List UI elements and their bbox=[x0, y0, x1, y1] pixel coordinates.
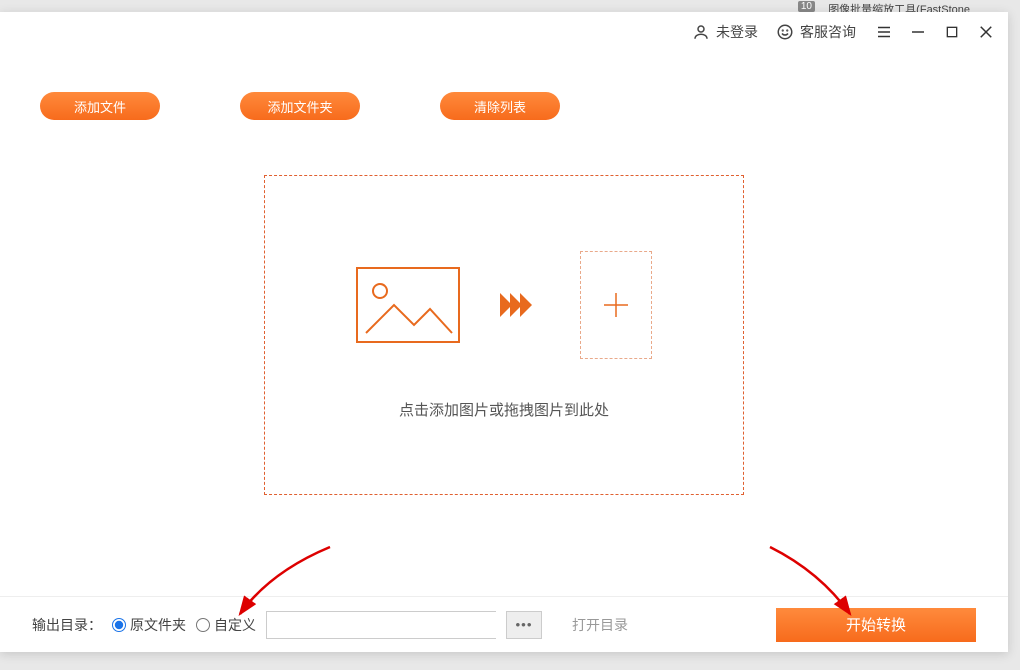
radio-custom-label: 自定义 bbox=[214, 615, 256, 635]
radio-original-label: 原文件夹 bbox=[130, 615, 186, 635]
maximize-icon bbox=[944, 24, 960, 40]
add-target-frame bbox=[580, 251, 652, 359]
menu-button[interactable] bbox=[874, 22, 894, 42]
main-window: 未登录 客服咨询 bbox=[0, 12, 1008, 652]
forward-arrows-icon bbox=[500, 290, 540, 320]
add-file-button[interactable]: 添加文件 bbox=[40, 92, 160, 120]
maximize-button[interactable] bbox=[942, 22, 962, 42]
radio-custom-folder[interactable]: 自定义 bbox=[196, 615, 256, 635]
dropzone-hint: 点击添加图片或拖拽图片到此处 bbox=[399, 399, 609, 420]
dropzone-icons bbox=[356, 251, 652, 359]
toolbar: 添加文件 添加文件夹 清除列表 bbox=[0, 52, 1008, 120]
output-path-input[interactable] bbox=[266, 611, 496, 639]
picture-icon bbox=[358, 269, 458, 341]
close-button[interactable] bbox=[976, 22, 996, 42]
dropzone[interactable]: 点击添加图片或拖拽图片到此处 bbox=[264, 175, 744, 495]
background-badge: 10 bbox=[798, 1, 815, 12]
titlebar: 未登录 客服咨询 bbox=[0, 12, 1008, 52]
minimize-icon bbox=[909, 23, 927, 41]
plus-icon bbox=[601, 290, 631, 320]
menu-icon bbox=[875, 23, 893, 41]
close-icon bbox=[977, 23, 995, 41]
bottombar: 输出目录： 原文件夹 自定义 ••• 打开目录 开始转换 bbox=[0, 596, 1008, 652]
radio-original-input[interactable] bbox=[112, 618, 126, 632]
open-directory-link[interactable]: 打开目录 bbox=[572, 615, 628, 635]
login-status[interactable]: 未登录 bbox=[692, 22, 758, 42]
output-label: 输出目录： bbox=[32, 615, 102, 635]
clear-list-button[interactable]: 清除列表 bbox=[440, 92, 560, 120]
start-convert-button[interactable]: 开始转换 bbox=[776, 608, 976, 642]
minimize-button[interactable] bbox=[908, 22, 928, 42]
browse-button[interactable]: ••• bbox=[506, 611, 542, 639]
image-icon bbox=[356, 267, 460, 343]
user-icon bbox=[692, 23, 710, 41]
radio-original-folder[interactable]: 原文件夹 bbox=[112, 615, 186, 635]
radio-custom-input[interactable] bbox=[196, 618, 210, 632]
smile-icon bbox=[776, 23, 794, 41]
add-folder-button[interactable]: 添加文件夹 bbox=[240, 92, 360, 120]
support-label: 客服咨询 bbox=[800, 22, 856, 42]
login-label: 未登录 bbox=[716, 22, 758, 42]
window-controls bbox=[874, 22, 996, 42]
support-link[interactable]: 客服咨询 bbox=[776, 22, 856, 42]
